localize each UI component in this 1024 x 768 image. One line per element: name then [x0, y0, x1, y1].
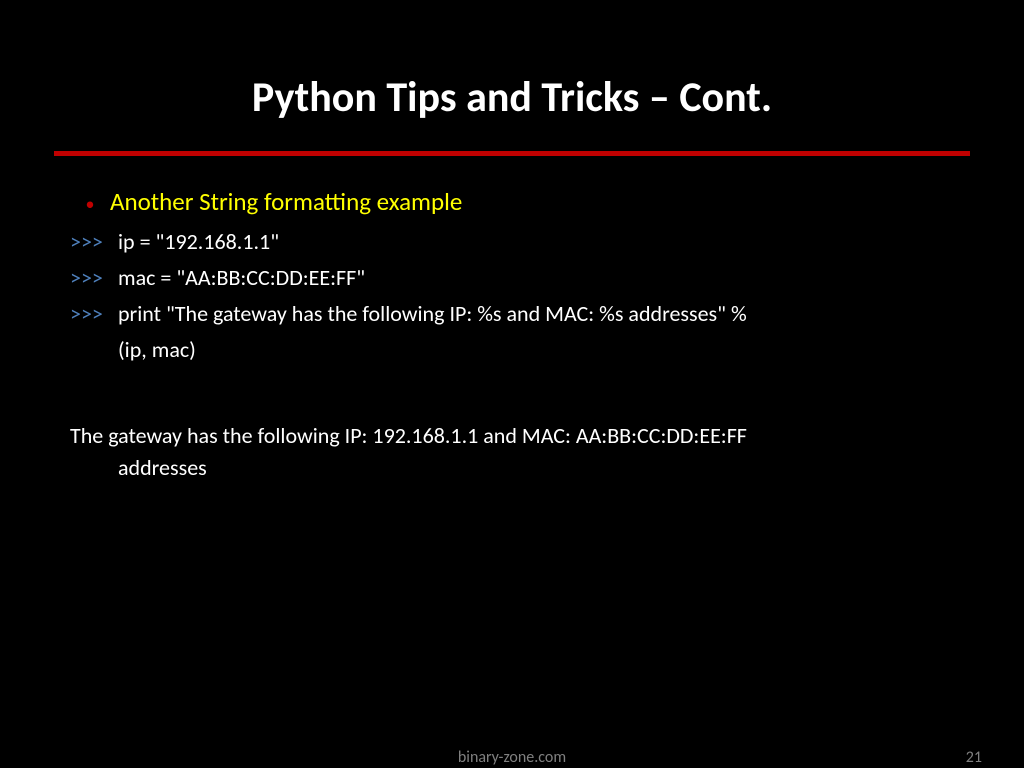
- code-line-3: >>> print "The gateway has the following…: [70, 298, 954, 330]
- output-line-2: addresses: [70, 452, 954, 484]
- code-line-1: >>> ip = "192.168.1.1": [70, 226, 954, 258]
- footer-site: binary-zone.com: [0, 748, 1024, 767]
- code-text: print "The gateway has the following IP:…: [118, 298, 747, 330]
- output-line-1: The gateway has the following IP: 192.16…: [70, 420, 954, 452]
- output-block: The gateway has the following IP: 192.16…: [70, 420, 954, 484]
- bullet-text: Another String formatting example: [110, 184, 462, 220]
- python-prompt: >>>: [70, 298, 118, 330]
- python-prompt: >>>: [70, 226, 118, 258]
- slide-title: Python Tips and Tricks – Cont.: [0, 0, 1024, 151]
- code-line-2: >>> mac = "AA:BB:CC:DD:EE:FF": [70, 262, 954, 294]
- slide-content: • Another String formatting example >>> …: [0, 156, 1024, 484]
- bullet-item: • Another String formatting example: [70, 184, 954, 220]
- code-text: ip = "192.168.1.1": [118, 226, 279, 258]
- code-line-3-wrap: (ip, mac): [70, 334, 954, 366]
- python-prompt: >>>: [70, 262, 118, 294]
- code-text: mac = "AA:BB:CC:DD:EE:FF": [118, 262, 365, 294]
- bullet-dot-icon: •: [70, 191, 110, 217]
- footer-page-number: 21: [966, 748, 982, 767]
